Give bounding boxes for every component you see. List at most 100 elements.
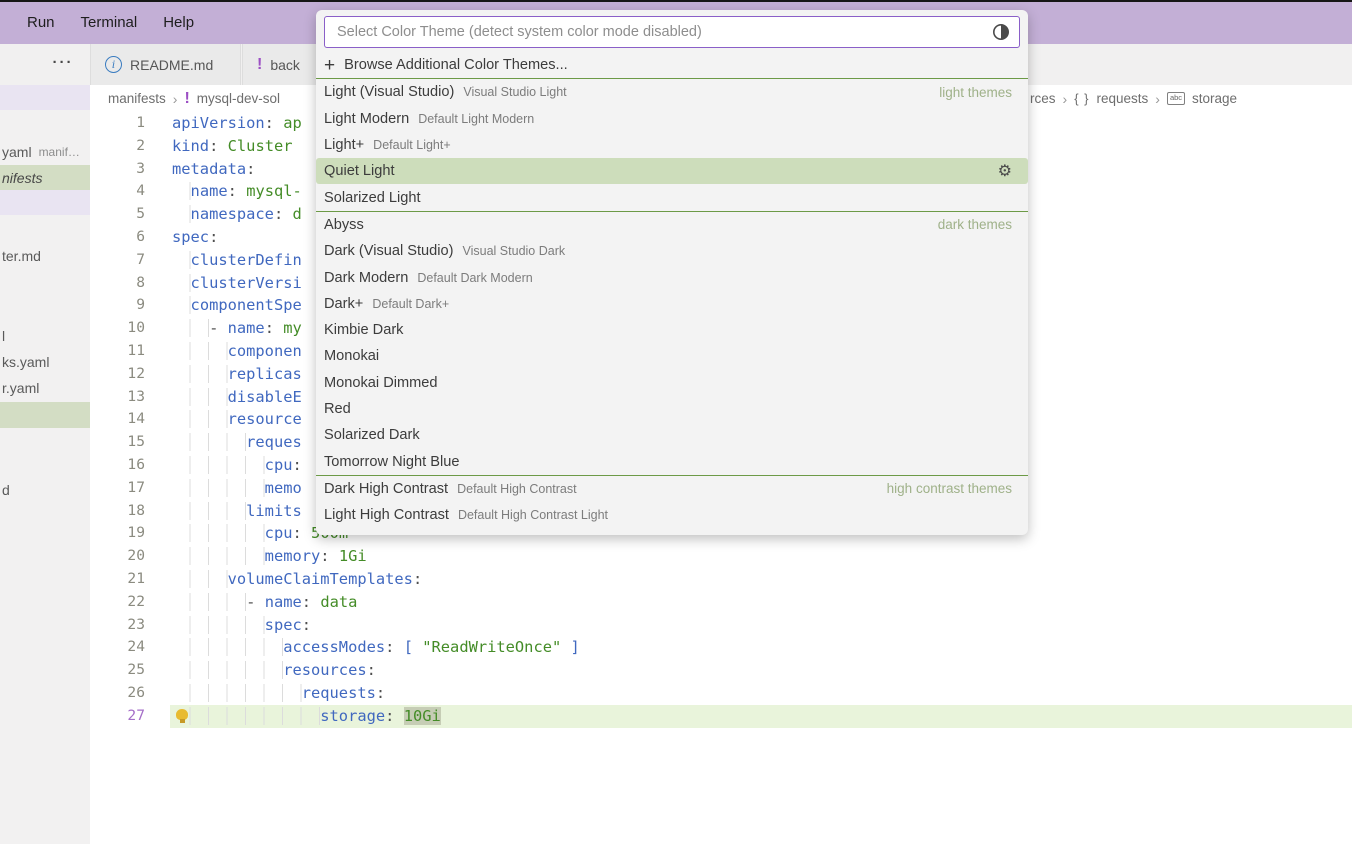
code-line-24[interactable]: 24 accessModes: [ "ReadWriteOnce" ] [90,636,1352,659]
breadcrumb-item-file[interactable]: mysql-dev-sol [197,91,280,106]
code-text: memo [172,477,302,500]
theme-name: Quiet Light [324,163,395,180]
line-number: 4 [136,182,145,200]
sidebar-row-focused[interactable] [0,85,90,110]
theme-item-dark-high-contrast[interactable]: Dark High Contrast Default High Contrast h… [316,474,1028,502]
code-text: disableE [172,386,302,409]
line-number: 13 [127,387,145,405]
theme-description: Default Dark+ [372,296,450,311]
theme-item-monokai[interactable]: Monokai [316,343,1028,369]
code-text: resources: [172,659,376,682]
theme-name: Solarized Dark [324,427,420,444]
theme-name: Light Modern [324,110,410,127]
code-text: componen [172,340,302,363]
line-number: 21 [127,569,145,587]
line-number: 20 [127,547,145,565]
code-line-21[interactable]: 21 volumeClaimTemplates: [90,568,1352,591]
code-line-22[interactable]: 22 - name: data [90,591,1352,614]
sidebar-item-manifests[interactable]: nifests [0,165,90,190]
theme-description: Visual Studio Dark [462,244,566,259]
color-mode-toggle-icon[interactable] [992,23,1010,41]
code-text: apiVersion: ap [172,114,302,132]
line-number: 10 [127,319,145,337]
theme-name: Light+ [324,137,365,154]
theme-item-light-modern[interactable]: Light Modern Default Light Modern [316,106,1028,132]
code-line-25[interactable]: 25 resources: [90,659,1352,682]
line-number: 22 [127,592,145,610]
theme-item-monokai-dimmed[interactable]: Monokai Dimmed [316,370,1028,396]
info-circle-icon [105,56,122,73]
tab-readme-md[interactable]: README.md [90,44,241,85]
breadcrumb-item-manifests[interactable]: manifests [108,91,166,106]
gear-icon[interactable] [998,161,1012,181]
theme-item-tomorrow-night-blue[interactable]: Tomorrow Night Blue [316,448,1028,474]
theme-item-light+[interactable]: Light+ Default Light+ [316,132,1028,158]
sidebar-item-md-file[interactable]: ter.md [0,244,90,268]
code-line-23[interactable]: 23 spec: [90,614,1352,637]
lightbulb-icon[interactable] [176,708,188,723]
line-number: 8 [136,273,145,291]
theme-item-light-high-contrast[interactable]: Light High Contrast Default High Contrast… [316,502,1028,528]
theme-item-dark-visual-studio-[interactable]: Dark (Visual Studio) Visual Studio Dark [316,238,1028,264]
theme-item-quiet-light[interactable]: Quiet Light [316,158,1028,185]
sidebar-item-r-yaml[interactable]: r.yaml [0,376,90,400]
line-number: 15 [127,433,145,451]
theme-item-kimbie-dark[interactable]: Kimbie Dark [316,317,1028,343]
line-number: 5 [136,205,145,223]
menu-terminal[interactable]: Terminal [68,10,151,35]
theme-item-light-visual-studio-[interactable]: Light (Visual Studio) Visual Studio Light… [316,78,1028,105]
code-text: storage: 10Gi [172,705,441,728]
theme-group-label: light themes [939,84,1012,100]
sidebar-row-focused-2[interactable] [0,190,90,215]
breadcrumb-item-requests[interactable]: requests [1096,91,1148,106]
theme-name: Red [324,401,351,417]
line-number: 23 [127,615,145,633]
code-text: - name: data [172,591,357,614]
sidebar-item-ks-yaml[interactable]: ks.yaml [0,350,90,374]
theme-item-solarized-dark[interactable]: Solarized Dark [316,422,1028,448]
code-text: name: mysql- [172,180,302,203]
breadcrumb-item-storage[interactable]: storage [1192,91,1237,106]
sidebar-item-file-d[interactable]: d [0,478,90,502]
code-text: volumeClaimTemplates: [172,568,422,591]
theme-group-label: high contrast themes [886,481,1012,497]
browse-additional-themes[interactable]: Browse Additional Color Themes... [316,52,1028,78]
theme-item-dark+[interactable]: Dark+ Default Dark+ [316,291,1028,317]
theme-description: Default High Contrast Light [457,508,609,523]
line-number: 9 [136,296,145,314]
theme-item-red[interactable]: Red [316,396,1028,422]
line-number: 7 [136,250,145,268]
theme-name: Monokai [324,348,380,365]
code-line-27[interactable]: 27 storage: 10Gi [90,704,1352,728]
code-text: metadata: [172,159,256,178]
line-number: 26 [127,683,145,701]
theme-name: Monokai Dimmed [324,374,438,391]
menu-help[interactable]: Help [150,10,207,35]
code-line-26[interactable]: 26 requests: [90,682,1352,705]
theme-name: Dark High Contrast [324,480,449,497]
theme-item-solarized-light[interactable]: Solarized Light [316,184,1028,210]
line-number: 16 [127,455,145,473]
code-text: componentSpe [172,294,302,317]
line-number: 12 [127,364,145,382]
sidebar-item-yaml-file[interactable]: yaml manif… [0,140,90,164]
breadcrumb-item-resources[interactable]: rces [1030,91,1056,106]
line-number: 1 [136,114,145,131]
code-text: clusterVersi [172,272,302,295]
theme-name: Kimbie Dark [324,322,404,339]
theme-description: Default High Contrast [457,481,577,496]
plus-icon [324,56,335,75]
theme-picker-input[interactable] [335,23,992,41]
menu-run[interactable]: Run [14,10,68,35]
line-number: 24 [127,638,145,656]
chevron-right-icon [1063,91,1068,107]
theme-name: Dark (Visual Studio) [324,243,454,260]
sidebar-item-file-l[interactable]: l [0,324,90,348]
more-actions-icon[interactable] [38,44,88,85]
code-line-20[interactable]: 20 memory: 1Gi [90,545,1352,568]
sidebar-row-selected[interactable] [0,402,90,428]
yaml-exclamation-icon [257,56,262,74]
code-text: cpu: [172,454,302,477]
theme-item-abyss[interactable]: Abyss dark themes [316,210,1028,238]
theme-item-dark-modern[interactable]: Dark Modern Default Dark Modern [316,264,1028,290]
